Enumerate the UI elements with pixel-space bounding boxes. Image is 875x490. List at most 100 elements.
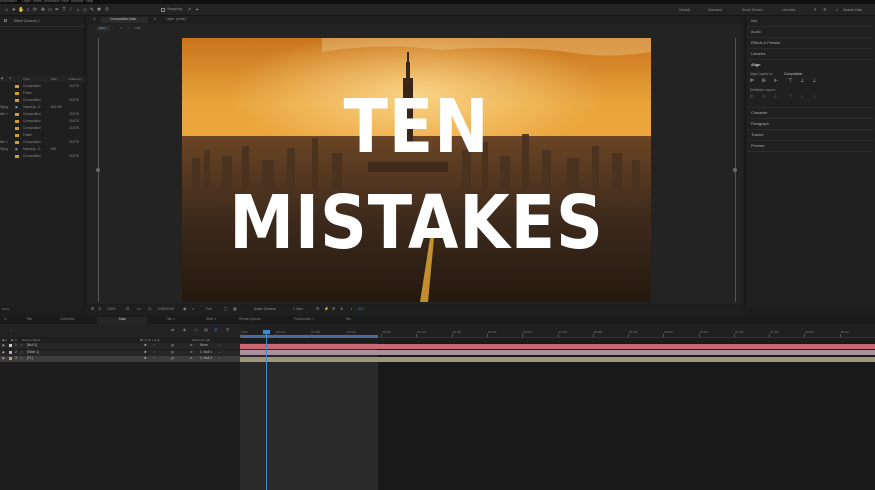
composition-frame[interactable]: TEN MISTAKES <box>182 38 651 302</box>
channel-icon[interactable]: ◐ <box>192 307 194 311</box>
puppet-tool-icon[interactable]: ⚲ <box>104 7 110 13</box>
camera-select[interactable]: Active Camera <box>254 307 276 311</box>
panel-info[interactable]: Info <box>751 19 757 23</box>
layer-duration-bar[interactable] <box>240 356 875 362</box>
panel-align[interactable]: Align <box>751 63 761 67</box>
clone-stamp-icon[interactable]: ⊥ <box>75 7 81 13</box>
align-right-icon[interactable]: ⊩ <box>774 79 778 84</box>
layer-duration-bar[interactable] <box>240 343 875 349</box>
parent-pickwhip-icon[interactable]: @ <box>171 344 174 347</box>
visibility-eye-icon[interactable]: ◉ <box>2 344 5 347</box>
panel-paragraph[interactable]: Paragraph <box>751 122 769 126</box>
eraser-tool-icon[interactable]: ◇ <box>82 7 88 13</box>
region-icon[interactable]: ▢ <box>224 307 228 311</box>
timeline-tab-4[interactable]: Slide 1 <box>206 317 216 321</box>
visibility-eye-icon[interactable]: ◉ <box>2 357 5 360</box>
project-item[interactable]: Fjpeg ▣ ImportJp...G 641 KB <box>0 104 85 111</box>
project-item[interactable]: Composition 23.976 <box>0 125 85 132</box>
align-left-icon[interactable]: ⊫ <box>750 79 754 84</box>
type-tool-icon[interactable]: T <box>61 7 67 13</box>
timeline-tab-render-queue[interactable]: Render Queue <box>239 317 261 321</box>
view-layout-select[interactable]: 1 View <box>293 307 303 311</box>
parent-pickwhip-icon[interactable]: @ <box>171 357 174 360</box>
panel-close-icon[interactable] <box>4 19 7 22</box>
project-item[interactable]: Folder <box>0 132 85 139</box>
hand-tool-icon[interactable]: ✋ <box>18 7 24 13</box>
quality-switch-icon[interactable]: ⁄ <box>154 350 155 354</box>
layer-name[interactable]: [Null 1] <box>27 343 37 347</box>
panel-effects-presets[interactable]: Effects & Presets <box>751 41 780 45</box>
edit-workspaces-icon[interactable]: ≡ <box>822 7 828 13</box>
column-parent-link[interactable]: Parent & Link <box>192 338 210 342</box>
rectangle-tool-icon[interactable]: ▭ <box>47 7 53 13</box>
parent-pickwhip-icon[interactable]: @ <box>171 350 174 354</box>
sort-icon[interactable]: ⇅ <box>9 77 12 80</box>
grid-icon[interactable]: ⊡ <box>126 307 129 311</box>
menu-item-composition[interactable]: omposition <box>0 0 17 4</box>
project-item[interactable]: Composition 23.976 <box>0 97 85 104</box>
viewer-left-handle[interactable] <box>96 168 100 172</box>
panel-libraries[interactable]: Libraries <box>751 52 766 56</box>
column-source-name[interactable]: Source Name <box>22 338 40 342</box>
search-input[interactable]: Search Help <box>843 8 862 13</box>
workspace-default[interactable]: Default <box>679 8 690 12</box>
distribute-hcenter-icon[interactable]: ⊪ <box>762 95 766 100</box>
home-icon[interactable]: ⌂ <box>4 7 10 13</box>
parent-dropdown-icon[interactable]: ⊚ <box>190 344 193 347</box>
timeline-tab-3[interactable]: Title 2 <box>166 317 175 321</box>
workspace-small-screen[interactable]: Small Screen <box>742 8 763 12</box>
workspace-standard[interactable]: Standard <box>708 8 722 12</box>
shy-switch-icon[interactable]: ✱ <box>144 357 147 360</box>
parent-chevron-down-icon[interactable]: ⌄ <box>218 357 221 360</box>
project-item[interactable]: Composition 23.976 <box>0 83 85 90</box>
panel-character[interactable]: Character <box>751 111 768 115</box>
layer-name[interactable]: [Slide 1] <box>27 350 39 354</box>
workspace-libraries[interactable]: Libraries <box>782 8 795 12</box>
align-vcenter-icon[interactable]: ⊥ <box>800 79 804 84</box>
distribute-vcenter-icon[interactable]: ⊥ <box>800 95 804 100</box>
nav-main[interactable]: Main <box>97 26 110 31</box>
zoom-select[interactable]: 100% <box>107 307 115 311</box>
quality-switch-icon[interactable]: ⁄ <box>154 357 155 360</box>
bit-depth[interactable]: 8 bpc <box>2 308 9 311</box>
menu-item-window[interactable]: Window <box>71 0 83 4</box>
project-item[interactable]: Composition 23.976 <box>0 153 85 160</box>
project-item[interactable]: itler 1 Composition 23.976 <box>0 139 85 146</box>
parent-chevron-down-icon[interactable]: ⌄ <box>218 350 221 354</box>
parent-dropdown-icon[interactable]: ⊚ <box>190 350 193 354</box>
zoom-tool-icon[interactable]: ⌕ <box>25 7 31 13</box>
panel-audio[interactable]: Audio <box>751 30 761 34</box>
nav-t[interactable]: T <box>121 27 123 30</box>
frame-blending-icon[interactable]: ▤ <box>204 328 208 332</box>
panel-preview[interactable]: Preview <box>751 144 765 148</box>
layer-parent[interactable]: 1. Null 1 <box>200 350 212 354</box>
snapping-checkbox[interactable] <box>161 7 165 12</box>
label-color-swatch[interactable] <box>9 350 12 354</box>
flowchart-icon[interactable]: ⊕ <box>340 307 343 311</box>
selection-tool-icon[interactable]: ➤ <box>11 7 17 13</box>
snapping-magnet-icon[interactable]: ⌖ <box>194 7 200 13</box>
transparency-icon[interactable]: ▦ <box>233 307 237 311</box>
tab-layer[interactable]: Layer: (none) <box>166 17 186 21</box>
timeline-tab-1[interactable]: Title <box>26 317 32 321</box>
time-ruler[interactable]: 0:00f 00:12f 01:00f 01:12f 02:00f 02:12f 03:00… <box>240 324 875 338</box>
mask-icon[interactable]: ▭ <box>137 307 141 311</box>
search-help[interactable]: ⌕ Search Help <box>836 7 873 13</box>
menu-item-animation[interactable]: Animation <box>44 0 60 4</box>
align-bottom-icon[interactable]: ⊥ <box>812 79 816 84</box>
exposure-value[interactable]: +0.0 <box>357 307 364 311</box>
brush-tool-icon[interactable]: ⁄ <box>68 7 74 13</box>
layer-row[interactable]: ◉ 3 ▢ [T1] ✱ ⁄ @ ⊚ 1. Null 1 ⌄ <box>0 356 240 362</box>
preview-icon[interactable]: ⊙ <box>98 307 101 311</box>
column-size[interactable]: Size <box>51 77 57 81</box>
draft-3d-icon[interactable]: ◈ <box>183 328 186 332</box>
motion-blur-icon[interactable]: ◎ <box>214 328 218 332</box>
timecode-icon[interactable]: ◷ <box>148 307 152 311</box>
orbit-camera-icon[interactable]: ⟳ <box>32 7 38 13</box>
shy-icon[interactable]: ☺ <box>194 328 198 332</box>
project-item[interactable]: Fjpeg ▣ ImportJp...G MB <box>0 146 85 153</box>
tab-menu-icon[interactable]: ≡ <box>154 17 156 21</box>
timeline-tab-main[interactable]: Main <box>97 317 147 324</box>
column-frame-rate[interactable]: Frame R... <box>69 77 83 81</box>
label-color-swatch[interactable] <box>9 344 12 347</box>
